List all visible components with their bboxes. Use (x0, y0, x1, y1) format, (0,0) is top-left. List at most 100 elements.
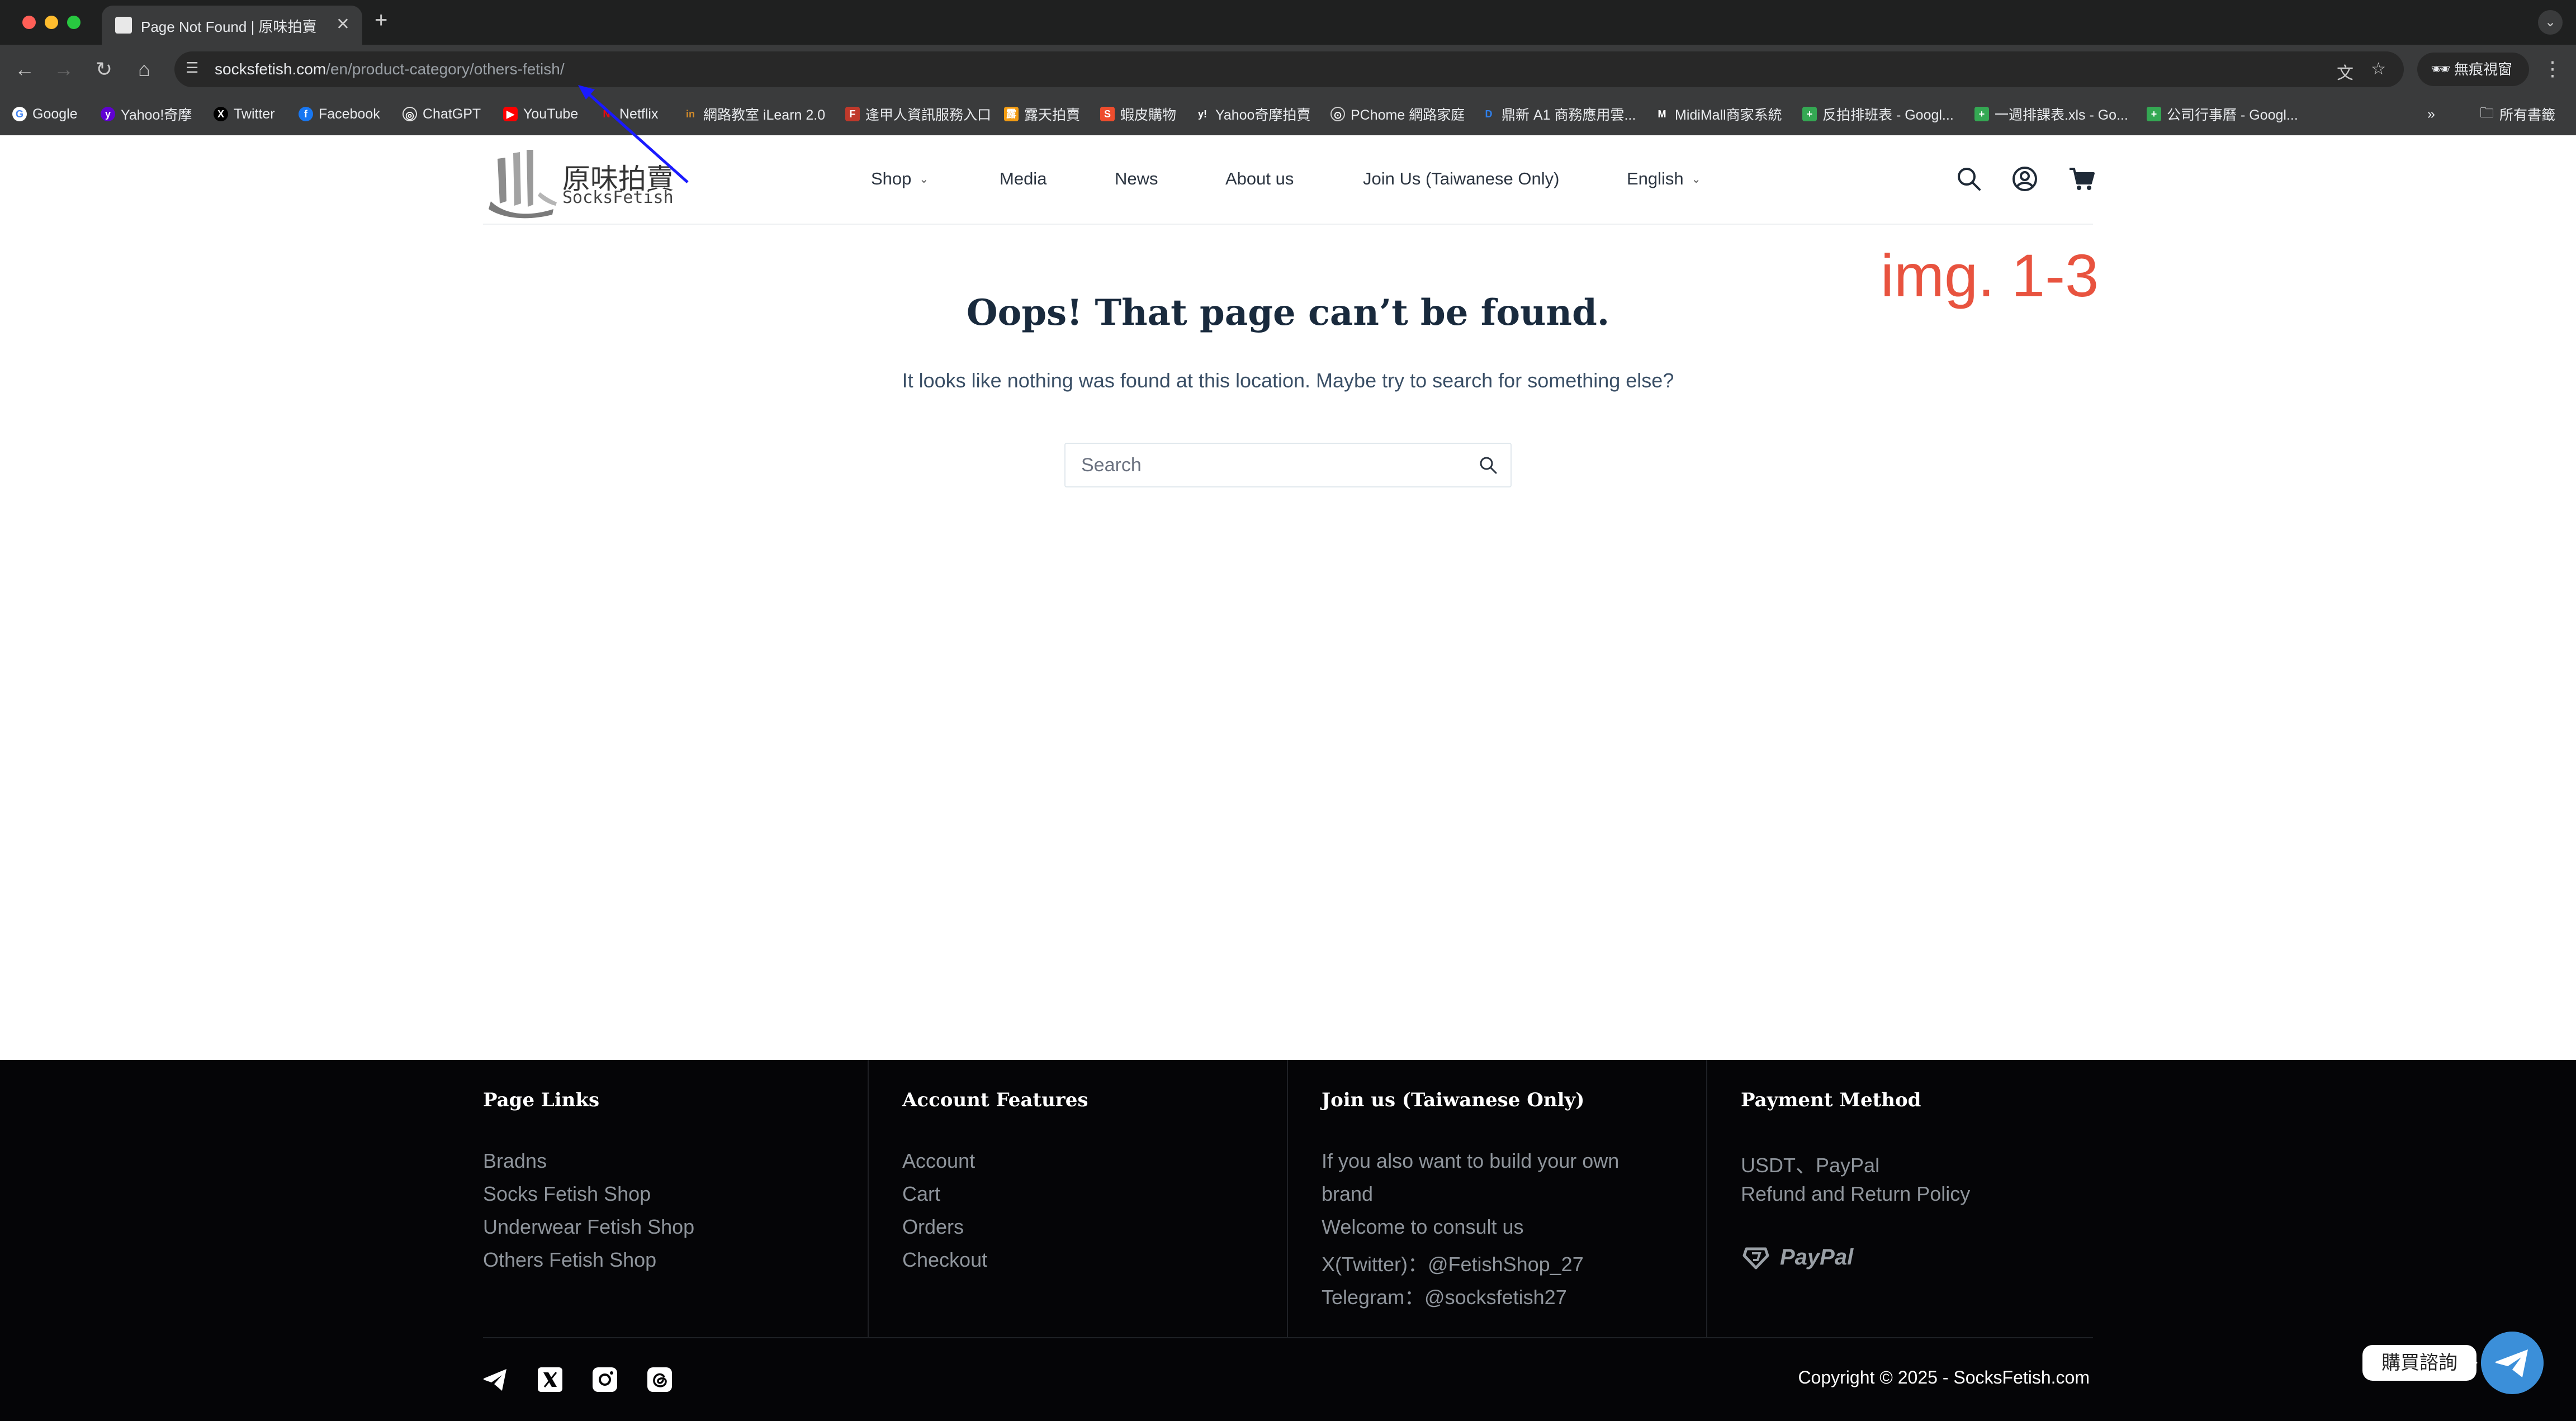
logo-english-text: SocksFetish (562, 188, 674, 207)
browser-title-bar: Page Not Found | 原味拍賣 ✕ + ⌄ (0, 0, 2576, 45)
x-icon[interactable] (537, 1366, 564, 1393)
bookmark-chatgpt[interactable]: ◎ ChatGPT (402, 104, 481, 124)
browser-toolbar: ← → ↻ ⌂ ☰ socksfetish.com/en/product-cat… (0, 45, 2576, 94)
yahoo-auction-icon: y! (1197, 108, 1207, 120)
footer-join-text: brand (1322, 1182, 1374, 1205)
ruten-icon: 露 (1004, 107, 1019, 121)
nav-about-us[interactable]: About us (1225, 169, 1294, 189)
paypal-icon (1742, 1247, 1769, 1270)
bookmark-fcu[interactable]: F 逢甲人資訊服務入口 (845, 104, 991, 124)
yahoo-icon: y (101, 107, 115, 121)
footer-title-join-us: Join us (Taiwanese Only) (1322, 1089, 1585, 1111)
bookmark-youtube[interactable]: ▶ YouTube (503, 104, 578, 124)
bookmark-sheet-1[interactable]: + 反拍排班表 - Googl... (1802, 104, 1954, 124)
footer-twitter-contact[interactable]: X(Twitter)：@FetishShop_27 (1322, 1248, 1584, 1277)
bookmark-google[interactable]: G Google (12, 104, 78, 124)
footer-link-underwear-fetish-shop[interactable]: Underwear Fetish Shop (483, 1215, 694, 1239)
search-icon[interactable] (1955, 165, 1982, 192)
paypal-label: PayPal (1780, 1244, 1854, 1270)
chat-tooltip-tail (2469, 1356, 2478, 1370)
home-icon[interactable]: ⌂ (132, 57, 157, 82)
footer-link-brands[interactable]: Bradns (483, 1149, 547, 1173)
bookmark-sheet-2[interactable]: + 一週排課表.xls - Go... (1974, 104, 2128, 124)
bookmark-pchome[interactable]: ⊙ PChome 網路家庭 (1330, 104, 1465, 124)
nav-shop[interactable]: Shop ⌄ (871, 169, 929, 189)
bookmark-ruten[interactable]: 露露天拍賣 (1004, 104, 1080, 124)
close-window-button[interactable] (22, 16, 36, 29)
nav-media[interactable]: Media (1000, 169, 1046, 189)
address-bar[interactable]: ☰ socksfetish.com/en/product-category/ot… (174, 51, 2404, 87)
url-path: /en/product-category/others-fetish/ (326, 60, 565, 78)
minimize-window-button[interactable] (45, 16, 58, 29)
all-bookmarks-button[interactable]: 🗀 所有書籤 (2480, 104, 2555, 124)
nav-news[interactable]: News (1115, 169, 1158, 189)
translate-icon[interactable]: 文 (2337, 59, 2354, 84)
bookmark-sheet-3[interactable]: + 公司行事曆 - Googl... (2147, 104, 2298, 124)
double-chevron-icon: » (2427, 106, 2435, 122)
bookmark-yahoo-auction[interactable]: y! Yahoo奇摩拍賣 (1195, 104, 1310, 124)
bookmarks-overflow-button[interactable]: » (2427, 104, 2435, 124)
instagram-icon[interactable] (591, 1366, 618, 1393)
search-submit-icon[interactable] (1478, 455, 1498, 475)
bookmark-star-icon[interactable]: ☆ (2371, 59, 2386, 79)
url-text[interactable]: socksfetish.com/en/product-category/othe… (215, 60, 565, 78)
chevron-down-icon: ⌄ (1691, 173, 1701, 186)
x-icon: X (214, 107, 228, 121)
tab-close-icon[interactable]: ✕ (336, 15, 350, 34)
midimall-icon: M (1658, 108, 1666, 120)
sheets-icon: + (1974, 107, 1989, 121)
reload-icon[interactable]: ↻ (92, 57, 116, 82)
chat-tooltip[interactable]: 購買諮詢 (2362, 1345, 2476, 1381)
footer-link-refund-policy[interactable]: Refund and Return Policy (1741, 1182, 1970, 1206)
back-arrow-icon[interactable]: ← (12, 57, 37, 82)
youtube-icon: ▶ (503, 107, 518, 121)
bookmark-yahoo[interactable]: y Yahoo!奇摩 (101, 104, 192, 124)
incognito-indicator[interactable]: 🕶 無痕視窗 (2417, 53, 2529, 86)
bookmark-twitter[interactable]: X Twitter (214, 104, 275, 124)
chat-telegram-button[interactable] (2481, 1332, 2544, 1394)
footer-join-text: If you also want to build your own (1322, 1149, 1620, 1172)
nav-join-us[interactable]: Join Us (Taiwanese Only) (1363, 169, 1559, 189)
site-favicon-icon (115, 17, 132, 34)
bookmark-digiwin[interactable]: D 鼎新 A1 商務應用雲... (1481, 104, 1636, 124)
footer-telegram-contact[interactable]: Telegram：@socksfetish27 (1322, 1281, 1567, 1310)
footer-link-orders[interactable]: Orders (902, 1215, 964, 1239)
zoom-window-button[interactable] (67, 16, 80, 29)
bookmark-facebook[interactable]: f Facebook (299, 104, 380, 124)
incognito-label: 無痕視窗 (2454, 61, 2513, 78)
nav-language[interactable]: English ⌄ (1627, 169, 1701, 189)
telegram-icon[interactable] (482, 1366, 509, 1393)
footer-column-divider (1287, 1060, 1288, 1337)
footer-link-socks-fetish-shop[interactable]: Socks Fetish Shop (483, 1182, 651, 1206)
fcu-icon: F (845, 107, 860, 121)
footer-link-cart[interactable]: Cart (902, 1182, 940, 1206)
annotation-arrow (578, 85, 689, 183)
footer-column-divider (1706, 1060, 1707, 1337)
bookmark-shopee[interactable]: S 蝦皮購物 (1100, 104, 1176, 124)
footer-join-text: Welcome to consult us (1322, 1215, 1524, 1238)
forward-arrow-icon[interactable]: → (51, 57, 76, 82)
chevron-down-icon: ⌄ (919, 173, 929, 186)
footer-column-divider (868, 1060, 869, 1337)
search-form (1064, 443, 1512, 487)
incognito-icon: 🕶 (2431, 60, 2451, 78)
footer-title-page-links: Page Links (483, 1089, 600, 1111)
footer-link-others-fetish-shop[interactable]: Others Fetish Shop (483, 1248, 656, 1272)
bookmarks-bar: G Google y Yahoo!奇摩 X Twitter f Facebook ◎ Ch… (0, 94, 2576, 135)
sheets-icon: + (2147, 107, 2161, 121)
site-info-icon[interactable]: ☰ (186, 59, 205, 78)
browser-menu-icon[interactable]: ⋮ (2542, 57, 2563, 80)
account-icon[interactable] (2011, 165, 2038, 192)
cart-icon[interactable] (2068, 165, 2095, 192)
active-tab[interactable]: Page Not Found | 原味拍賣 ✕ (102, 6, 362, 45)
tab-search-button[interactable]: ⌄ (2538, 10, 2563, 35)
search-input[interactable] (1066, 444, 1468, 486)
new-tab-button[interactable]: + (375, 8, 387, 33)
bookmark-ilearn[interactable]: in 網路教室 iLearn 2.0 (683, 104, 825, 124)
footer-link-checkout[interactable]: Checkout (902, 1248, 987, 1272)
threads-icon[interactable] (646, 1366, 673, 1393)
bookmark-midimall[interactable]: M MidiMall商家系統 (1655, 104, 1782, 124)
footer-link-account[interactable]: Account (902, 1149, 975, 1173)
footer-title-account-features: Account Features (902, 1089, 1088, 1111)
digiwin-icon: D (1485, 108, 1493, 120)
